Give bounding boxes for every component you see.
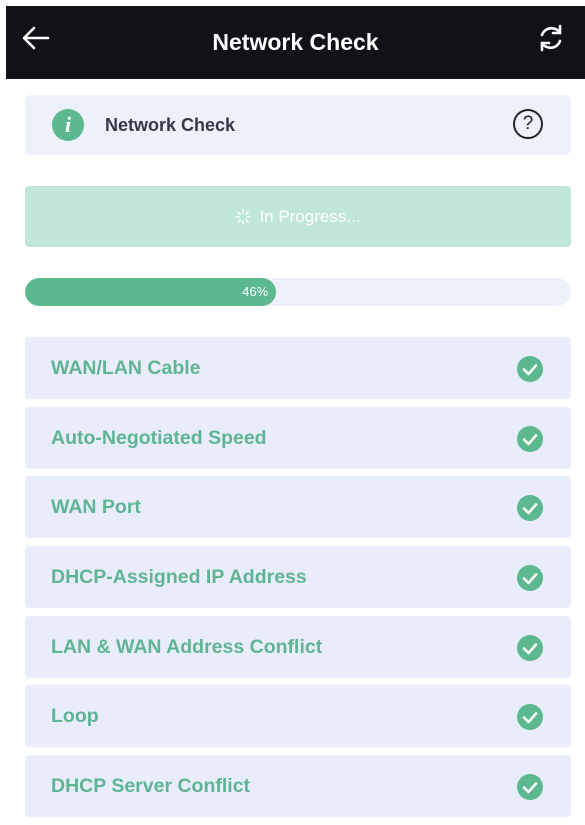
check-list: WAN/LAN Cable Auto-Negotiated Speed WAN Po… (25, 337, 571, 825)
check-item-label: WAN Port (51, 496, 141, 519)
info-icon: i (52, 109, 84, 141)
check-item-label: DHCP-Assigned IP Address (51, 566, 307, 589)
check-item: WAN Port (25, 476, 571, 539)
check-item-label: WAN/LAN Cable (51, 357, 201, 379)
check-item-label: LAN & WAN Address Conflict (51, 635, 323, 658)
check-item: DHCP-Assigned IP Address (25, 546, 571, 609)
check-item: WAN/LAN Cable (25, 337, 571, 399)
info-card: i Network Check ? (25, 95, 571, 155)
progress-percent: 46% (242, 284, 269, 299)
refresh-icon[interactable] (535, 22, 567, 54)
back-arrow-icon[interactable] (20, 22, 52, 54)
check-circle-icon (517, 704, 543, 731)
progress-bar: 46% (25, 278, 571, 306)
check-circle-icon (517, 565, 543, 592)
check-item-label: Auto-Negotiated Speed (51, 426, 267, 449)
check-item: DHCP Server Conflict (25, 755, 571, 818)
check-item: Loop (25, 685, 571, 748)
check-item: LAN & WAN Address Conflict (25, 615, 571, 678)
check-item-label: DHCP Server Conflict (51, 775, 251, 798)
check-circle-icon (517, 774, 543, 801)
check-item-label: Loop (51, 705, 99, 728)
page-title: Network Check (212, 29, 379, 55)
in-progress-label: In Progress... (259, 206, 361, 226)
in-progress-button[interactable]: In Progress... (25, 186, 571, 247)
header-bar: Network Check (6, 6, 585, 79)
check-circle-icon (517, 425, 543, 452)
check-circle-icon (517, 356, 543, 382)
info-card-label: Network Check (105, 115, 236, 135)
progress-bar-fill: 46% (25, 278, 277, 306)
spinner-icon (235, 208, 252, 225)
help-icon[interactable]: ? (513, 109, 543, 139)
check-circle-icon (517, 634, 543, 661)
check-circle-icon (517, 495, 543, 522)
check-item: Auto-Negotiated Speed (25, 406, 571, 469)
